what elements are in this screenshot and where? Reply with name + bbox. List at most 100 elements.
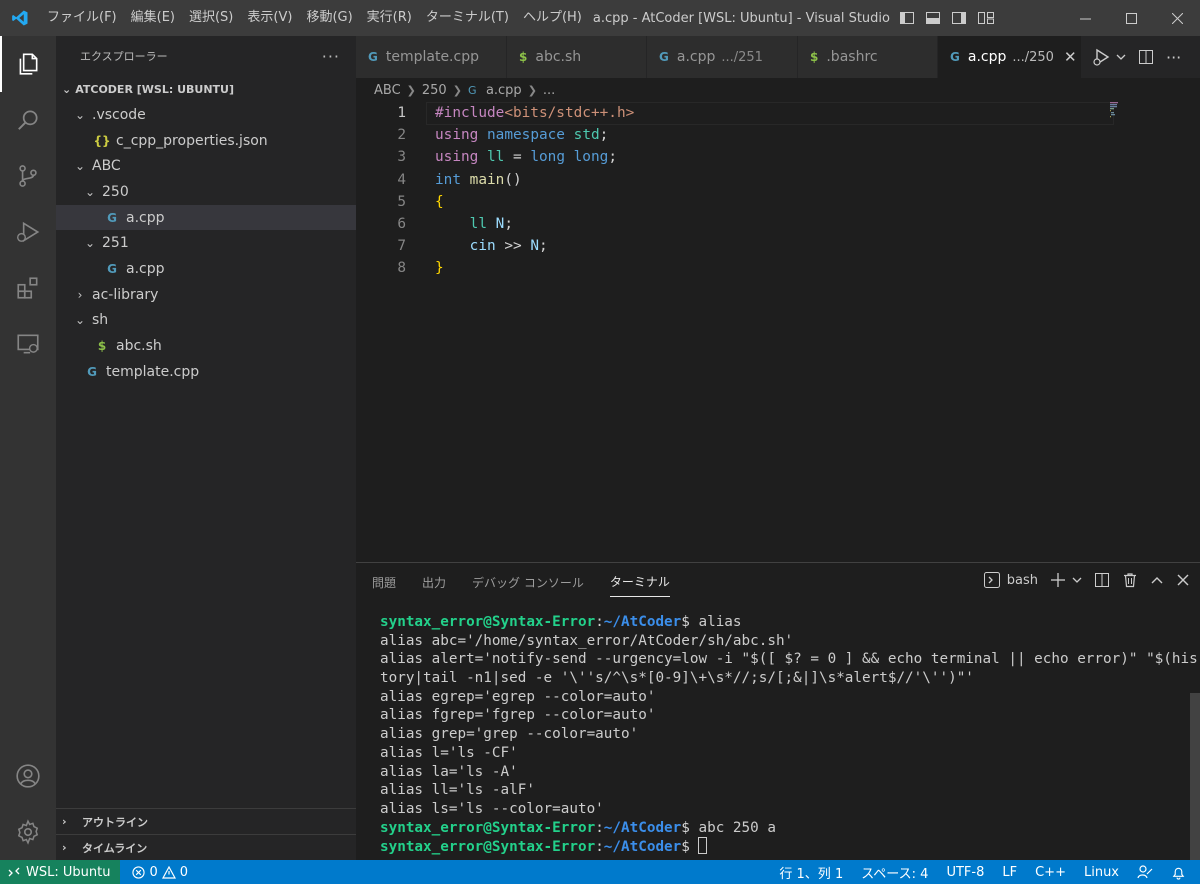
run-code-icon[interactable] [1092,47,1112,67]
tab-output[interactable]: 出力 [422,568,446,597]
tree-item[interactable]: Ga.cpp [56,204,356,231]
more-actions-icon[interactable]: ··· [322,47,340,66]
tab-terminal[interactable]: ターミナル [609,567,670,597]
menu-help[interactable]: ヘルプ(H) [516,0,589,36]
breadcrumb-item[interactable]: a.cpp [486,83,522,98]
menu-run[interactable]: 実行(R) [360,0,419,36]
language-mode[interactable]: C++ [1035,865,1066,880]
tree-item-label: a.cpp [126,260,165,277]
tree-item[interactable]: ⌄ 251 [56,230,356,256]
chevron-right-icon: ❯ [406,83,416,97]
tree-item[interactable]: ⌄ .vscode [56,102,356,128]
encoding[interactable]: UTF-8 [946,865,984,880]
menu-file[interactable]: ファイル(F) [40,0,124,36]
chevron-down-icon: ⌄ [74,107,86,122]
indentation[interactable]: スペース: 4 [861,863,928,882]
chevron-down-icon[interactable] [1116,52,1126,62]
breadcrumb-item[interactable]: ABC [374,83,401,98]
minimize-button[interactable] [1062,0,1108,36]
tab-problems[interactable]: 問題 [372,568,396,597]
extensions-button[interactable] [0,260,56,316]
toggle-panel-icon[interactable] [925,10,941,26]
cpp-file-icon: G [107,210,117,225]
cpp-file-icon: G [950,50,960,64]
tree-item[interactable]: › ac-library [56,282,356,308]
menu-terminal[interactable]: ターミナル(T) [419,0,516,36]
chevron-down-icon: ⌄ [74,313,86,328]
minimap[interactable] [1110,102,1124,118]
code-line: 4 int main() [356,169,1200,191]
breadcrumb-item[interactable]: ... [543,83,555,98]
tree-item[interactable]: Gtemplate.cpp [56,359,356,385]
tab-abc-sh[interactable]: $ abc.sh [507,36,647,78]
more-actions-icon[interactable]: ··· [1166,48,1181,67]
terminal-output[interactable]: syntax_error@Syntax-Error:~/AtCoder$ ali… [380,613,1198,856]
maximize-button[interactable] [1108,0,1154,36]
end-of-line[interactable]: LF [1002,865,1017,880]
terminal-line: alias ll='ls -alF' [380,782,535,799]
manage-settings-button[interactable] [0,804,56,860]
tree-item[interactable]: Ga.cpp [56,256,356,282]
source-control-button[interactable] [0,148,56,204]
problems-indicator[interactable]: 0 0 [120,865,188,880]
code-editor[interactable]: 1 #include<bits/stdc++.h> 2 using namesp… [356,102,1200,280]
trash-icon[interactable] [1122,572,1138,588]
tab-a-cpp-250[interactable]: Ga.cpp .../250 ✕ [938,36,1082,78]
shell-file-icon: $ [810,50,819,64]
tree-item[interactable]: ⌄ sh [56,308,356,334]
platform[interactable]: Linux [1084,865,1119,880]
toggle-primary-sidebar-icon[interactable] [899,10,915,26]
chevron-right-icon: ❯ [527,83,537,97]
terminal-command: abc 250 a [698,819,776,836]
terminal-shell-selector[interactable]: bash [983,571,1038,589]
tab-debug-console[interactable]: デバッグ コンソール [472,568,584,597]
search-button[interactable] [0,92,56,148]
tab-a-cpp-251[interactable]: Ga.cpp .../251 [647,36,798,78]
line-number: 4 [397,171,406,188]
close-window-button[interactable] [1154,0,1200,36]
toggle-secondary-sidebar-icon[interactable] [951,10,967,26]
terminal-line: alias ls='ls --color=auto' [380,800,604,817]
feedback-icon[interactable] [1137,864,1153,880]
menu-go[interactable]: 移動(G) [299,0,359,36]
accounts-button[interactable] [0,748,56,804]
close-tab-icon[interactable]: ✕ [1064,48,1077,66]
cpp-file-icon: G [87,364,97,379]
maximize-panel-icon[interactable] [1150,573,1164,587]
new-terminal-icon[interactable] [1050,572,1066,588]
tree-item[interactable]: {} c_cpp_properties.json [56,128,356,154]
tree-item[interactable]: ⌄ ABC [56,153,356,179]
split-terminal-icon[interactable] [1094,572,1110,588]
tab-template-cpp[interactable]: Gtemplate.cpp [356,36,507,78]
customize-layout-icon[interactable] [977,10,995,26]
prompt-user: syntax_error@Syntax-Error [380,839,596,856]
cursor-position[interactable]: 行 1、列 1 [779,863,843,882]
menu-edit[interactable]: 編集(E) [124,0,182,36]
remote-explorer-button[interactable] [0,316,56,372]
breadcrumb-item[interactable]: 250 [422,83,447,98]
menu-view[interactable]: 表示(V) [240,0,299,36]
tab-bashrc[interactable]: $ .bashrc [798,36,938,78]
split-editor-icon[interactable] [1138,49,1154,65]
terminal-icon [983,572,1000,588]
terminal-line: alias egrep='egrep --color=auto' [380,688,656,705]
outline-section[interactable]: › アウトライン [56,808,356,834]
maximize-icon [1125,12,1137,24]
run-debug-button[interactable] [0,204,56,260]
code-line: 7 cin >> N; [356,235,1200,257]
outline-label: アウトライン [82,815,148,829]
close-icon[interactable] [1176,573,1190,587]
tree-item-label: abc.sh [116,338,162,355]
notifications-bell-icon[interactable] [1171,865,1186,880]
tree-item-label: sh [92,312,109,329]
explorer-button[interactable] [0,36,56,92]
tree-item[interactable]: ⌄ 250 [56,179,356,205]
timeline-section[interactable]: › タイムライン [56,834,356,860]
workspace-folder-header[interactable]: ⌄ ATCODER [WSL: UBUNTU] [56,76,356,102]
chevron-down-icon[interactable] [1072,575,1082,585]
remote-indicator[interactable]: WSL: Ubuntu [0,860,121,884]
terminal-scrollbar[interactable] [1190,693,1200,861]
tree-item[interactable]: $ abc.sh [56,333,356,359]
tab-description: .../250 [1012,49,1054,65]
menu-selection[interactable]: 選択(S) [182,0,240,36]
